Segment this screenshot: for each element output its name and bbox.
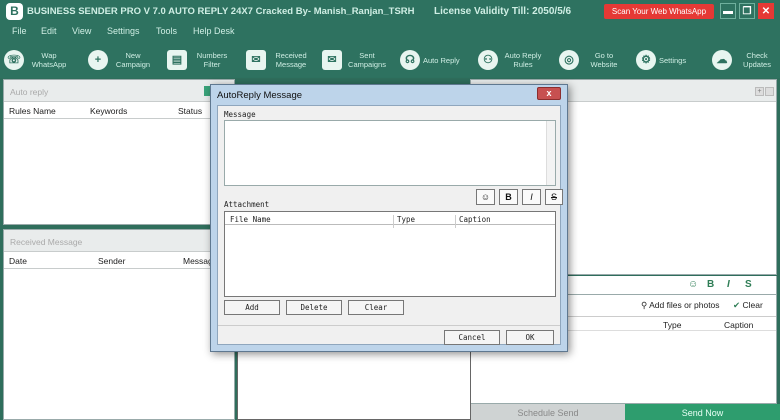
add-files-link[interactable]: ⚲ Add files or photos (641, 300, 720, 311)
emoji-button[interactable]: ☺ (476, 189, 495, 205)
menu-tools[interactable]: Tools (156, 26, 177, 36)
app-title: BUSINESS SENDER PRO V 7.0 AUTO REPLY 24X… (27, 6, 415, 17)
cloud-icon: ☁ (712, 50, 732, 70)
paperclip-icon: ⚲ (641, 300, 650, 310)
message-label: Message (224, 110, 256, 119)
app-logo-icon: B (6, 3, 23, 20)
col-status[interactable]: Status (178, 106, 202, 116)
received-title: Received Message (10, 237, 83, 247)
toolbar-go-to-website[interactable]: ◎ Go to Website (559, 44, 626, 76)
inbox-icon: ✉ (246, 50, 266, 70)
ok-button[interactable]: OK (506, 330, 554, 345)
whatsapp-icon: ☏ (4, 50, 24, 70)
italic-button[interactable]: I (727, 279, 730, 290)
dialog-strike-button[interactable]: S (545, 189, 563, 205)
attachment-label: Attachment (224, 200, 270, 209)
col-caption[interactable]: Caption (724, 320, 753, 330)
title-bar: B BUSINESS SENDER PRO V 7.0 AUTO REPLY 2… (0, 0, 780, 24)
globe-icon: ◎ (559, 50, 579, 70)
menu-settings[interactable]: Settings (107, 26, 140, 36)
toolbar-numbers-filter[interactable]: ▤ Numbers Filter (167, 44, 234, 76)
rules-icon: ⚇ (478, 50, 498, 70)
auto-reply-title: Auto reply (10, 87, 49, 97)
attachment-table: File Name Type Caption (224, 211, 556, 297)
dialog-close-button[interactable]: x (537, 87, 561, 100)
col-att-type[interactable]: Type (397, 215, 415, 224)
col-keywords[interactable]: Keywords (90, 106, 127, 116)
dialog-italic-button[interactable]: I (522, 189, 541, 205)
gear-icon: ⚙ (636, 50, 656, 70)
dialog-separator (218, 325, 560, 326)
autoreply-message-dialog: AutoReply Message x Message ☺ B I S Atta… (210, 84, 568, 352)
add-button[interactable]: Add (224, 300, 280, 315)
menu-help-desk[interactable]: Help Desk (193, 26, 235, 36)
auto-reply-grid-header: Rules Name Keywords Status (4, 102, 234, 119)
close-window-button[interactable]: ✕ (758, 3, 774, 19)
col-rules-name[interactable]: Rules Name (9, 106, 56, 116)
menu-view[interactable]: View (72, 26, 91, 36)
toolbar-auto-reply-rules[interactable]: ⚇ Auto Reply Rules (478, 44, 545, 76)
expand-icon[interactable] (765, 87, 774, 96)
menu-file[interactable]: File (12, 26, 27, 36)
toolbar-new-campaign[interactable]: + New Campaign (88, 44, 155, 76)
toolbar-received-message[interactable]: ✉ Received Message (246, 44, 313, 76)
bold-button[interactable]: B (707, 279, 714, 290)
cancel-button[interactable]: Cancel (444, 330, 500, 345)
col-att-caption[interactable]: Caption (459, 215, 491, 224)
col-type[interactable]: Type (663, 320, 681, 330)
sent-icon: ✉ (322, 50, 342, 70)
scan-whatsapp-button[interactable]: Scan Your Web WhatsApp (604, 4, 714, 19)
filter-icon: ▤ (167, 50, 187, 70)
attachment-table-header: File Name Type Caption (225, 212, 555, 228)
strike-button[interactable]: S (745, 279, 752, 290)
emoji-icon[interactable]: ☺ (688, 279, 698, 290)
clear-attachments-link[interactable]: ✔ Clear (733, 300, 763, 311)
auto-reply-header: Auto reply (4, 80, 234, 102)
dialog-bold-button[interactable]: B (499, 189, 518, 205)
menu-edit[interactable]: Edit (41, 26, 57, 36)
headset-icon: ☊ (400, 50, 420, 70)
received-header: Received Message (4, 230, 234, 252)
toolbar-check-updates[interactable]: ☁ Check Updates (712, 44, 779, 76)
dialog-body: Message ☺ B I S Attachment File Name Typ… (217, 105, 563, 345)
menu-bar: File Edit View Settings Tools Help Desk (0, 24, 780, 41)
message-textarea[interactable] (224, 120, 556, 186)
dialog-title: AutoReply Message (217, 90, 303, 101)
plus-icon: + (88, 50, 108, 70)
col-date[interactable]: Date (9, 256, 27, 266)
col-sender[interactable]: Sender (98, 256, 125, 266)
add-icon[interactable]: + (755, 87, 764, 96)
col-file-name[interactable]: File Name (230, 215, 271, 224)
delete-button[interactable]: Delete (286, 300, 342, 315)
toolbar-sent-campaigns[interactable]: ✉ Sent Campaigns (322, 44, 389, 76)
received-message-panel: Received Message Date Sender Message (3, 229, 235, 420)
send-now-button[interactable]: Send Now (625, 404, 780, 420)
maximize-button[interactable]: ❐ (739, 3, 755, 19)
toolbar: ☏ Wap WhatsApp + New Campaign ▤ Numbers … (0, 41, 780, 78)
toolbar-auto-reply[interactable]: ☊ Auto Reply (400, 44, 460, 76)
toolbar-settings[interactable]: ⚙ Settings (636, 44, 686, 76)
minimize-button[interactable]: ▬ (720, 3, 736, 19)
clear-button[interactable]: Clear (348, 300, 404, 315)
received-grid-header: Date Sender Message (4, 252, 234, 269)
message-scrollbar[interactable] (546, 121, 555, 185)
license-validity: License Validity Till: 2050/5/6 (434, 6, 572, 17)
toolbar-wap-whatsapp[interactable]: ☏ Wap WhatsApp (4, 44, 71, 76)
schedule-send-button[interactable]: Schedule Send (471, 404, 625, 420)
auto-reply-panel: Auto reply Rules Name Keywords Status (3, 79, 235, 225)
numbers-list-panel (237, 348, 471, 420)
